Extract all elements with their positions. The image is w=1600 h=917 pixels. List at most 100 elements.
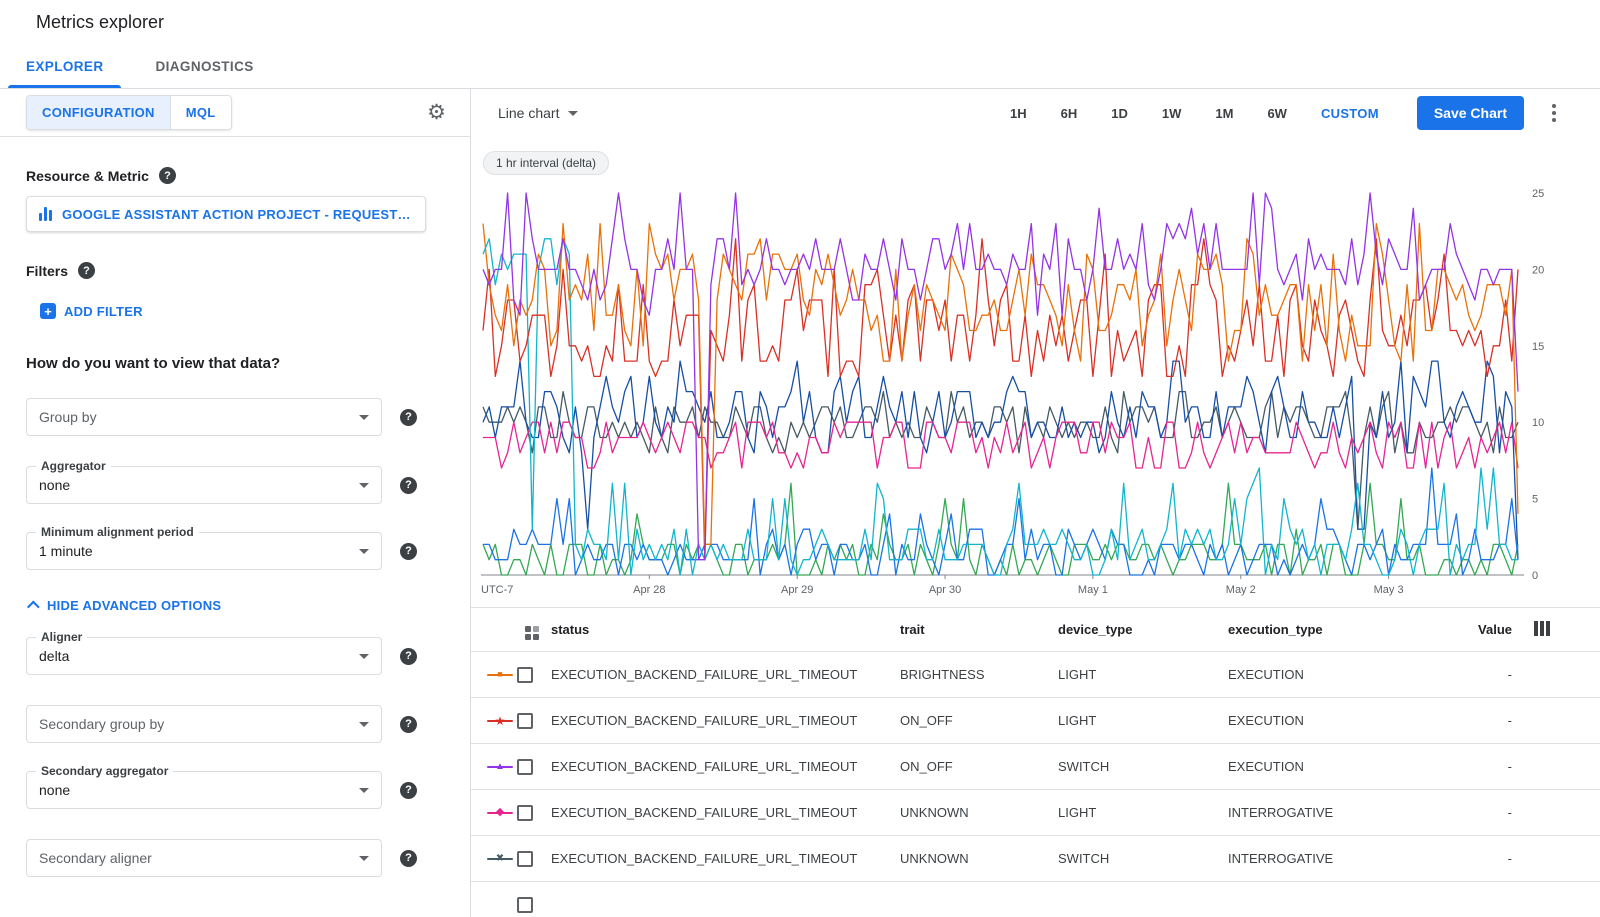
resource-metric-label: Resource & Metric: [26, 168, 149, 184]
dropdown-caret-icon: [359, 415, 369, 420]
time-range-6w[interactable]: 6W: [1267, 106, 1287, 121]
row-checkbox[interactable]: [517, 897, 533, 913]
save-chart-button[interactable]: Save Chart: [1417, 96, 1524, 130]
legend-table-body: ■EXECUTION_BACKEND_FAILURE_URL_TIMEOUTBR…: [471, 652, 1600, 917]
status-cell: EXECUTION_BACKEND_FAILURE_URL_TIMEOUT: [551, 667, 900, 682]
svg-text:20: 20: [1532, 264, 1544, 276]
row-checkbox[interactable]: [517, 667, 533, 683]
trait-column-header: trait: [900, 622, 1058, 637]
trait-cell: UNKNOWN: [900, 805, 1058, 820]
chevron-up-icon: [27, 601, 40, 614]
legend-grid-icon[interactable]: [525, 626, 539, 640]
mode-toggle-row: CONFIGURATION MQL ⚙: [0, 89, 470, 137]
tab-explorer[interactable]: EXPLORER: [0, 45, 129, 88]
help-icon[interactable]: [400, 409, 417, 426]
svg-text:UTC-7: UTC-7: [481, 584, 513, 596]
page-title: Metrics explorer: [36, 12, 164, 33]
status-cell: EXECUTION_BACKEND_FAILURE_URL_TIMEOUT: [551, 759, 900, 774]
mql-tab[interactable]: MQL: [170, 96, 231, 129]
time-range-1w[interactable]: 1W: [1162, 106, 1182, 121]
value-cell: -: [1422, 713, 1512, 728]
selected-metric-label: GOOGLE ASSISTANT ACTION PROJECT - REQUES…: [62, 207, 413, 222]
time-range-1d[interactable]: 1D: [1111, 106, 1128, 121]
configuration-panel: CONFIGURATION MQL ⚙ Resource & Metric GO…: [0, 89, 471, 917]
execution-type-cell: EXECUTION: [1228, 759, 1422, 774]
line-chart-svg[interactable]: UTC-7Apr 28Apr 29Apr 30May 1May 2May 305…: [481, 183, 1581, 603]
table-row-partial: [471, 882, 1600, 917]
row-checkbox[interactable]: [517, 713, 533, 729]
aligner-select[interactable]: Aligner delta: [26, 637, 382, 675]
value-cell: -: [1422, 851, 1512, 866]
table-row[interactable]: ✖EXECUTION_BACKEND_FAILURE_URL_TIMEOUTUN…: [471, 836, 1600, 882]
status-cell: EXECUTION_BACKEND_FAILURE_URL_TIMEOUT: [551, 851, 900, 866]
resource-metric-section: Resource & Metric: [26, 167, 446, 184]
device-type-cell: SWITCH: [1058, 851, 1228, 866]
add-filter-button[interactable]: ADD FILTER: [40, 303, 446, 319]
value-cell: -: [1422, 805, 1512, 820]
svg-text:Apr 30: Apr 30: [929, 584, 961, 596]
svg-text:May 2: May 2: [1226, 584, 1256, 596]
help-icon[interactable]: [159, 167, 176, 184]
row-checkbox[interactable]: [517, 851, 533, 867]
help-icon[interactable]: [400, 782, 417, 799]
series-marker-icon: ★: [487, 714, 513, 727]
time-range-1m[interactable]: 1M: [1215, 106, 1233, 121]
secondary-group-by-select[interactable]: Secondary group by: [26, 705, 382, 743]
time-range-1h[interactable]: 1H: [1010, 106, 1027, 121]
dropdown-caret-icon: [359, 722, 369, 727]
status-column-header: status: [551, 622, 900, 637]
device-type-cell: SWITCH: [1058, 759, 1228, 774]
execution-type-cell: INTERROGATIVE: [1228, 805, 1422, 820]
dropdown-caret-icon: [359, 483, 369, 488]
group-by-select[interactable]: Group by: [26, 398, 382, 436]
min-alignment-period-select[interactable]: Minimum alignment period 1 minute: [26, 532, 382, 570]
more-options-kebab-icon[interactable]: [1548, 100, 1560, 126]
table-row[interactable]: ▲EXECUTION_BACKEND_FAILURE_URL_TIMEOUTON…: [471, 744, 1600, 790]
svg-text:Apr 28: Apr 28: [633, 584, 665, 596]
value-column-header: Value: [1422, 622, 1512, 637]
trait-cell: UNKNOWN: [900, 851, 1058, 866]
dropdown-caret-icon: [359, 788, 369, 793]
settings-gear-icon[interactable]: ⚙: [427, 102, 446, 123]
row-checkbox[interactable]: [517, 759, 533, 775]
add-plus-icon: [40, 303, 56, 319]
secondary-aggregator-select[interactable]: Secondary aggregator none: [26, 771, 382, 809]
help-icon[interactable]: [78, 262, 95, 279]
time-range-6h[interactable]: 6H: [1061, 106, 1078, 121]
svg-text:May 3: May 3: [1374, 584, 1404, 596]
aggregator-select[interactable]: Aggregator none: [26, 466, 382, 504]
svg-text:5: 5: [1532, 494, 1538, 506]
selected-metric-button[interactable]: GOOGLE ASSISTANT ACTION PROJECT - REQUES…: [26, 196, 426, 232]
help-icon[interactable]: [400, 477, 417, 494]
column-chooser-icon[interactable]: [1534, 621, 1550, 636]
help-icon[interactable]: [400, 543, 417, 560]
chart-type-dropdown[interactable]: Line chart: [498, 105, 578, 121]
help-icon[interactable]: [400, 850, 417, 867]
value-cell: -: [1422, 667, 1512, 682]
table-row[interactable]: ★EXECUTION_BACKEND_FAILURE_URL_TIMEOUTON…: [471, 698, 1600, 744]
time-range-custom[interactable]: CUSTOM: [1321, 106, 1379, 121]
bar-chart-icon: [39, 207, 52, 221]
mode-segmented-control: CONFIGURATION MQL: [26, 95, 232, 130]
legend-table-header: status trait device_type execution_type …: [471, 608, 1600, 652]
secondary-aligner-select[interactable]: Secondary aligner: [26, 839, 382, 877]
row-checkbox[interactable]: [517, 805, 533, 821]
interval-chip[interactable]: 1 hr interval (delta): [483, 151, 609, 175]
hide-advanced-options-button[interactable]: HIDE ADVANCED OPTIONS: [26, 598, 446, 613]
help-icon[interactable]: [400, 648, 417, 665]
trait-cell: BRIGHTNESS: [900, 667, 1058, 682]
configuration-tab[interactable]: CONFIGURATION: [27, 96, 170, 129]
tab-diagnostics[interactable]: DIAGNOSTICS: [129, 45, 279, 88]
filters-section: Filters: [26, 262, 446, 279]
svg-text:15: 15: [1532, 341, 1544, 353]
table-row[interactable]: ◆EXECUTION_BACKEND_FAILURE_URL_TIMEOUTUN…: [471, 790, 1600, 836]
help-icon[interactable]: [400, 716, 417, 733]
svg-text:10: 10: [1532, 417, 1544, 429]
view-data-question: How do you want to view that data?: [26, 355, 446, 372]
app-header: Metrics explorer: [0, 0, 1600, 45]
table-row[interactable]: ■ EXECUTION_BACKEND_FAILURE_URL_TIMEOUTBR…: [471, 652, 1600, 698]
metrics-explorer-app: Metrics explorer EXPLORER DIAGNOSTICS CO…: [0, 0, 1600, 917]
series-marker-icon: ■: [487, 668, 513, 681]
svg-text:25: 25: [1532, 188, 1544, 200]
svg-text:May 1: May 1: [1078, 584, 1108, 596]
